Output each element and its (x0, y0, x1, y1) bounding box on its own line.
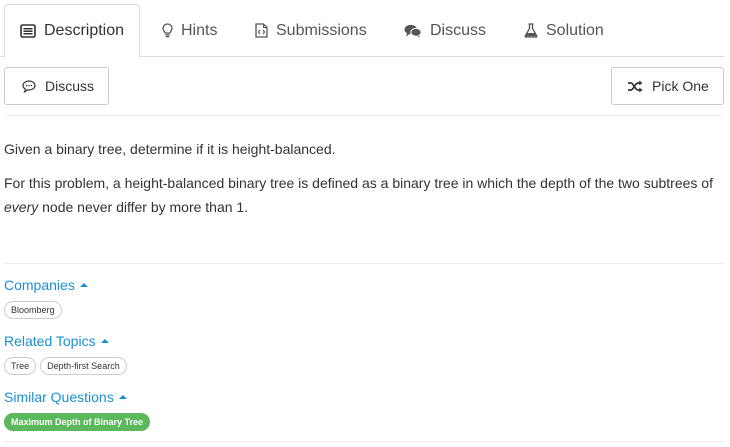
topic-tag[interactable]: Depth-first Search (40, 357, 127, 375)
tab-description-label: Description (44, 22, 125, 39)
topic-tag[interactable]: Tree (4, 357, 37, 375)
problem-tab-bar: Description Hints Submissions Discuss So… (0, 0, 724, 58)
tab-hints[interactable]: Hints (162, 4, 217, 57)
description-paragraph-2: For this problem, a height-balanced bina… (4, 175, 713, 215)
description-paragraph-1: Given a binary tree, determine if it is … (4, 141, 336, 157)
pick-one-button-label: Pick One (652, 78, 709, 94)
pick-one-button[interactable]: Pick One (611, 67, 724, 105)
related-topics-title: Related Topics (4, 333, 96, 349)
tab-submissions[interactable]: Submissions (255, 4, 367, 57)
flask-icon (524, 23, 538, 38)
divider (4, 441, 724, 442)
lightbulb-icon (162, 23, 173, 38)
tab-discuss[interactable]: Discuss (404, 4, 486, 57)
tab-description[interactable]: Description (4, 4, 141, 58)
divider (4, 263, 724, 264)
similar-questions-title: Similar Questions (4, 389, 114, 405)
tab-solution-label: Solution (546, 21, 604, 39)
companies-tag-list: Bloomberg (4, 301, 62, 319)
company-tag[interactable]: Bloomberg (4, 301, 62, 319)
caret-up-icon (118, 395, 127, 399)
similar-questions-toggle[interactable]: Similar Questions (4, 389, 127, 405)
similar-questions-tag-list: Maximum Depth of Binary Tree (4, 413, 151, 431)
tab-hints-label: Hints (181, 21, 218, 39)
shuffle-icon (627, 80, 643, 93)
caret-up-icon (79, 283, 88, 287)
similar-question-tag[interactable]: Maximum Depth of Binary Tree (4, 413, 151, 431)
related-topics-tag-list: Tree Depth-first Search (4, 357, 127, 375)
tab-submissions-label: Submissions (276, 21, 367, 39)
caret-up-icon (100, 339, 109, 343)
divider (4, 115, 724, 116)
tab-discuss-label: Discuss (430, 21, 487, 39)
emphasis-text: every (4, 199, 39, 215)
description-icon (20, 24, 36, 38)
discuss-button-label: Discuss (45, 78, 95, 94)
companies-title: Companies (4, 277, 75, 293)
companies-toggle[interactable]: Companies (4, 277, 88, 293)
comments-icon (404, 24, 422, 38)
related-topics-toggle[interactable]: Related Topics (4, 333, 109, 349)
code-file-icon (255, 23, 268, 38)
discuss-button[interactable]: Discuss (4, 67, 109, 105)
speech-bubble-icon (22, 79, 36, 93)
tab-solution[interactable]: Solution (524, 4, 604, 57)
